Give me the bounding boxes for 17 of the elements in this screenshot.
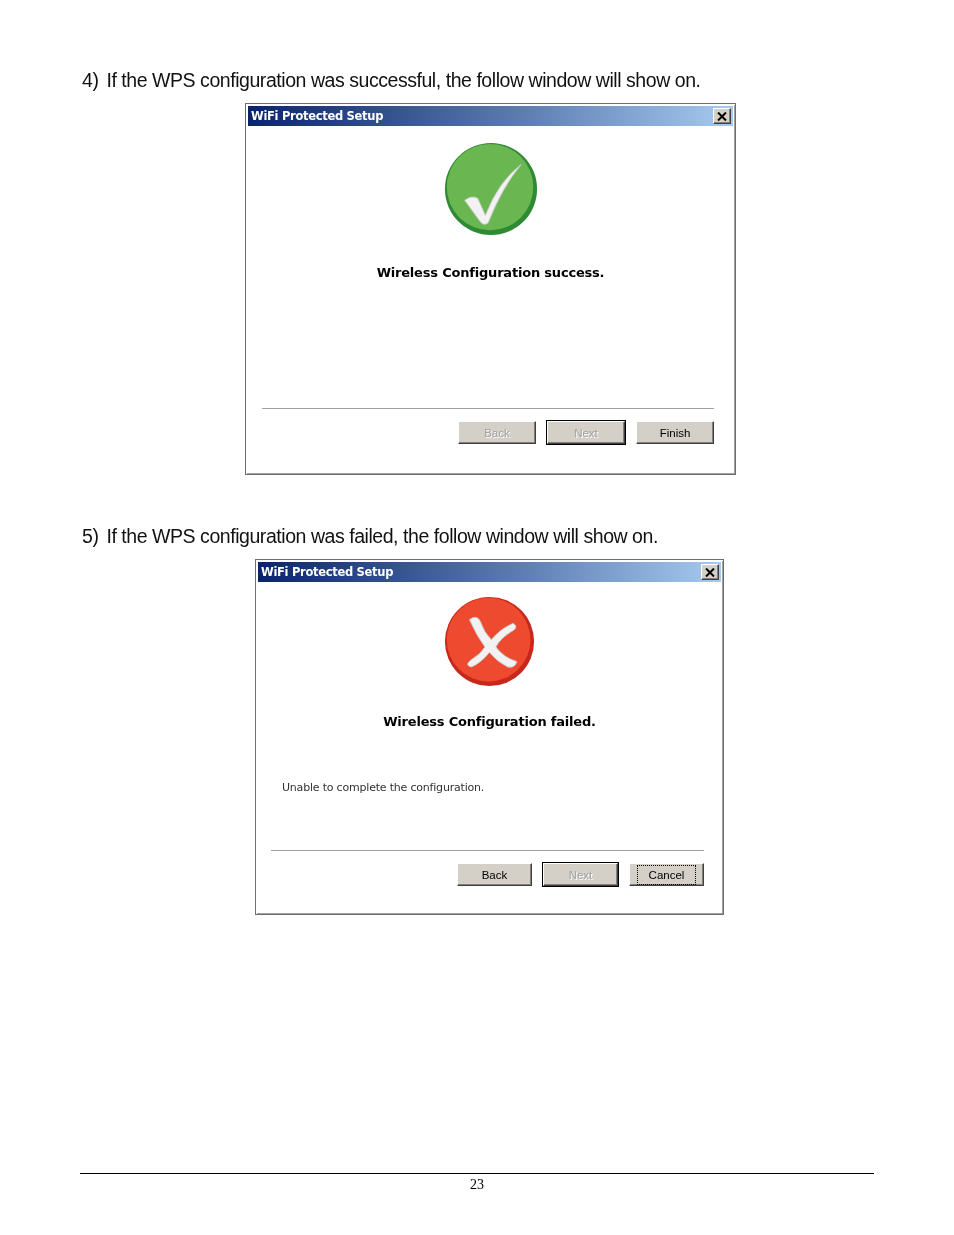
window-title: WiFi Protected Setup: [261, 565, 394, 579]
step-text: If the WPS configuration was successful, the follow window will show on.: [106, 68, 701, 92]
page-number: 23: [470, 1177, 484, 1192]
step-number: 5): [82, 524, 99, 548]
close-icon: [705, 567, 715, 577]
close-button[interactable]: [701, 564, 719, 580]
dialog-button[interactable]: Cancel: [629, 863, 704, 886]
dialog-button[interactable]: Back: [457, 863, 532, 886]
step-number: 4): [82, 68, 99, 92]
dialog-button[interactable]: Finish: [636, 421, 714, 444]
detail-text: Unable to complete the configuration.: [282, 781, 485, 795]
status-message: Wireless Configuration success.: [376, 265, 605, 281]
close-icon: [717, 111, 727, 121]
window-title: WiFi Protected Setup: [251, 109, 384, 123]
close-button[interactable]: [713, 108, 731, 124]
status-message: Wireless Configuration failed.: [383, 714, 596, 730]
step-text: If the WPS configuration was failed, the follow window will show on.: [106, 524, 658, 548]
